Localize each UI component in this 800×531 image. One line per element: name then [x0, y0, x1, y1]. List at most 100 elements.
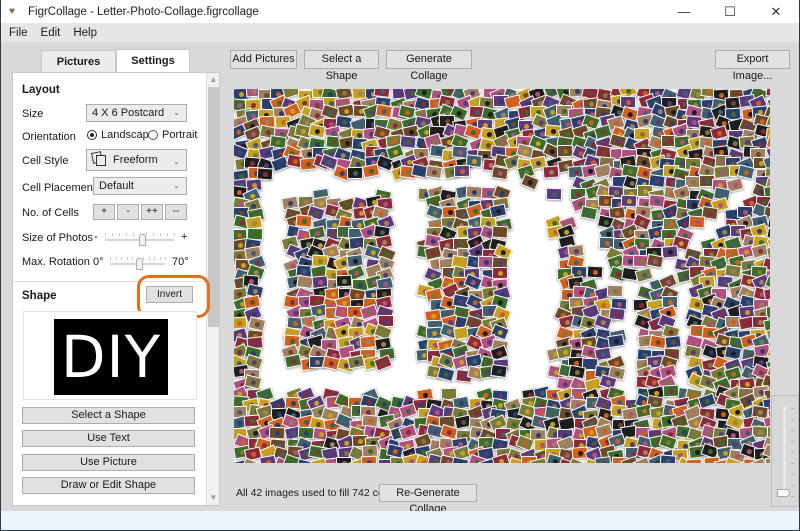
shape-heading: Shape — [22, 290, 57, 302]
bottom-strip — [1, 511, 799, 530]
size-label: Size — [22, 108, 44, 120]
freeform-icon-back — [96, 155, 106, 166]
slider-tick — [139, 233, 141, 236]
collage-photo — [453, 164, 470, 178]
slider-tick — [160, 233, 162, 236]
zoom-tick — [791, 419, 794, 420]
collage-photo — [424, 164, 443, 180]
cells-increase-more-button[interactable]: ++ — [141, 204, 163, 220]
collage-photo — [542, 165, 560, 179]
size-of-photos-max: + — [181, 231, 188, 243]
max-rotation-label: Max. Rotation — [22, 256, 90, 268]
slider-tick — [132, 257, 133, 260]
select-shape-button[interactable]: Select a Shape — [22, 407, 195, 424]
chevron-down-icon: ⌄ — [173, 157, 180, 166]
draw-edit-shape-button[interactable]: Draw or Edit Shape — [22, 477, 195, 494]
tab-settings[interactable]: Settings — [116, 49, 190, 73]
generate-collage-button[interactable]: Generate Collage — [386, 50, 472, 82]
tab-pictures[interactable]: Pictures — [41, 50, 116, 72]
slider-tick — [118, 233, 120, 236]
collage-photo — [686, 458, 703, 463]
collage-photo — [491, 165, 509, 180]
zoom-slider-track[interactable] — [783, 406, 786, 496]
zoom-tick — [791, 485, 794, 486]
use-text-button[interactable]: Use Text — [22, 430, 195, 447]
size-of-photos-label: Size of Photos — [22, 232, 93, 244]
minimize-button[interactable]: — — [661, 0, 707, 23]
cells-decrease-button[interactable]: - — [117, 204, 139, 220]
menu-file[interactable]: File — [3, 27, 34, 39]
collage-photo — [347, 167, 364, 180]
collage-photo — [335, 274, 353, 288]
cell-placement-select[interactable]: Default ⌄ — [93, 177, 187, 195]
slider-tick — [125, 233, 127, 236]
collage-photo — [437, 365, 456, 382]
slider-tick — [121, 257, 122, 260]
slider-tick — [174, 233, 175, 236]
radio-portrait[interactable]: Portrait — [148, 129, 197, 141]
slider-tick — [146, 233, 148, 236]
collage-photo — [360, 455, 377, 463]
zoom-tick — [791, 496, 794, 497]
shape-preview: DIY — [23, 311, 197, 400]
size-of-photos-min: - — [94, 231, 98, 243]
slider-tick — [143, 257, 144, 260]
use-picture-button[interactable]: Use Picture — [22, 454, 195, 471]
radio-portrait-label: Portrait — [162, 129, 198, 141]
scroll-down-icon[interactable]: ▼ — [207, 492, 220, 504]
layout-heading: Layout — [22, 84, 60, 96]
cells-increase-button[interactable]: + — [93, 204, 115, 220]
regenerate-collage-button[interactable]: Re-Generate Collage — [379, 484, 477, 515]
zoom-tick — [791, 408, 794, 409]
close-button[interactable]: ✕ — [753, 0, 799, 23]
no-of-cells-label: No. of Cells — [22, 207, 79, 219]
slider-tick — [115, 257, 117, 260]
cell-placement-value: Default — [99, 180, 134, 192]
slider-tick — [111, 233, 113, 236]
menu-edit[interactable]: Edit — [35, 27, 67, 39]
collage-photo — [490, 364, 509, 379]
cell-style-select[interactable]: Freeform ⌄ — [86, 149, 187, 171]
slider-tick — [132, 233, 134, 236]
export-image-button[interactable]: Export Image... — [715, 50, 790, 82]
radio-landscape[interactable]: Landscape — [87, 129, 155, 141]
zoom-tick — [791, 452, 794, 453]
max-rotation-min: 0° — [93, 256, 104, 268]
collage-photo — [361, 163, 380, 179]
slider-tick — [154, 257, 155, 260]
maximize-button[interactable]: ☐ — [707, 0, 753, 23]
collage-photo — [545, 187, 563, 201]
app-window: ♥ FigrCollage - Letter-Photo-Collage.fig… — [1, 0, 799, 530]
size-select[interactable]: 4 X 6 Postcard ⌄ — [86, 104, 187, 122]
collage-photo — [659, 454, 677, 463]
add-pictures-button[interactable]: Add Pictures — [230, 50, 297, 69]
scroll-up-icon[interactable]: ▲ — [207, 74, 220, 86]
collage-photo — [258, 455, 277, 463]
orientation-label: Orientation — [22, 131, 76, 143]
slider-tick — [126, 257, 128, 260]
select-shape-toolbar-button[interactable]: Select a Shape — [304, 50, 379, 82]
window-title: FigrCollage - Letter-Photo-Collage.figrc… — [28, 5, 259, 18]
collage-photo — [520, 173, 540, 191]
radio-unselected-icon — [148, 130, 158, 140]
collage-photo — [662, 384, 680, 398]
collage-photo — [580, 205, 599, 221]
slider-tick — [148, 257, 150, 260]
status-text: All 42 images used to fill 742 cells. — [236, 487, 397, 499]
menu-help[interactable]: Help — [67, 27, 103, 39]
slider-tick — [137, 257, 139, 260]
zoom-slider-thumb[interactable] — [777, 489, 790, 497]
app-heart-icon: ♥ — [9, 5, 15, 17]
cells-decrease-more-button[interactable]: -- — [165, 204, 187, 220]
chevron-down-icon: ⌄ — [173, 181, 180, 190]
collage-photo — [664, 334, 682, 349]
collage-photo — [347, 354, 366, 370]
title-bar: ♥ FigrCollage - Letter-Photo-Collage.fig… — [1, 0, 799, 23]
collage-photo — [764, 458, 770, 463]
collage-canvas[interactable] — [234, 89, 770, 463]
collage-photo — [688, 215, 706, 229]
zoom-tick — [791, 463, 794, 464]
collage-photo — [607, 285, 624, 298]
zoom-tick — [791, 441, 794, 442]
zoom-slider[interactable] — [771, 395, 799, 507]
